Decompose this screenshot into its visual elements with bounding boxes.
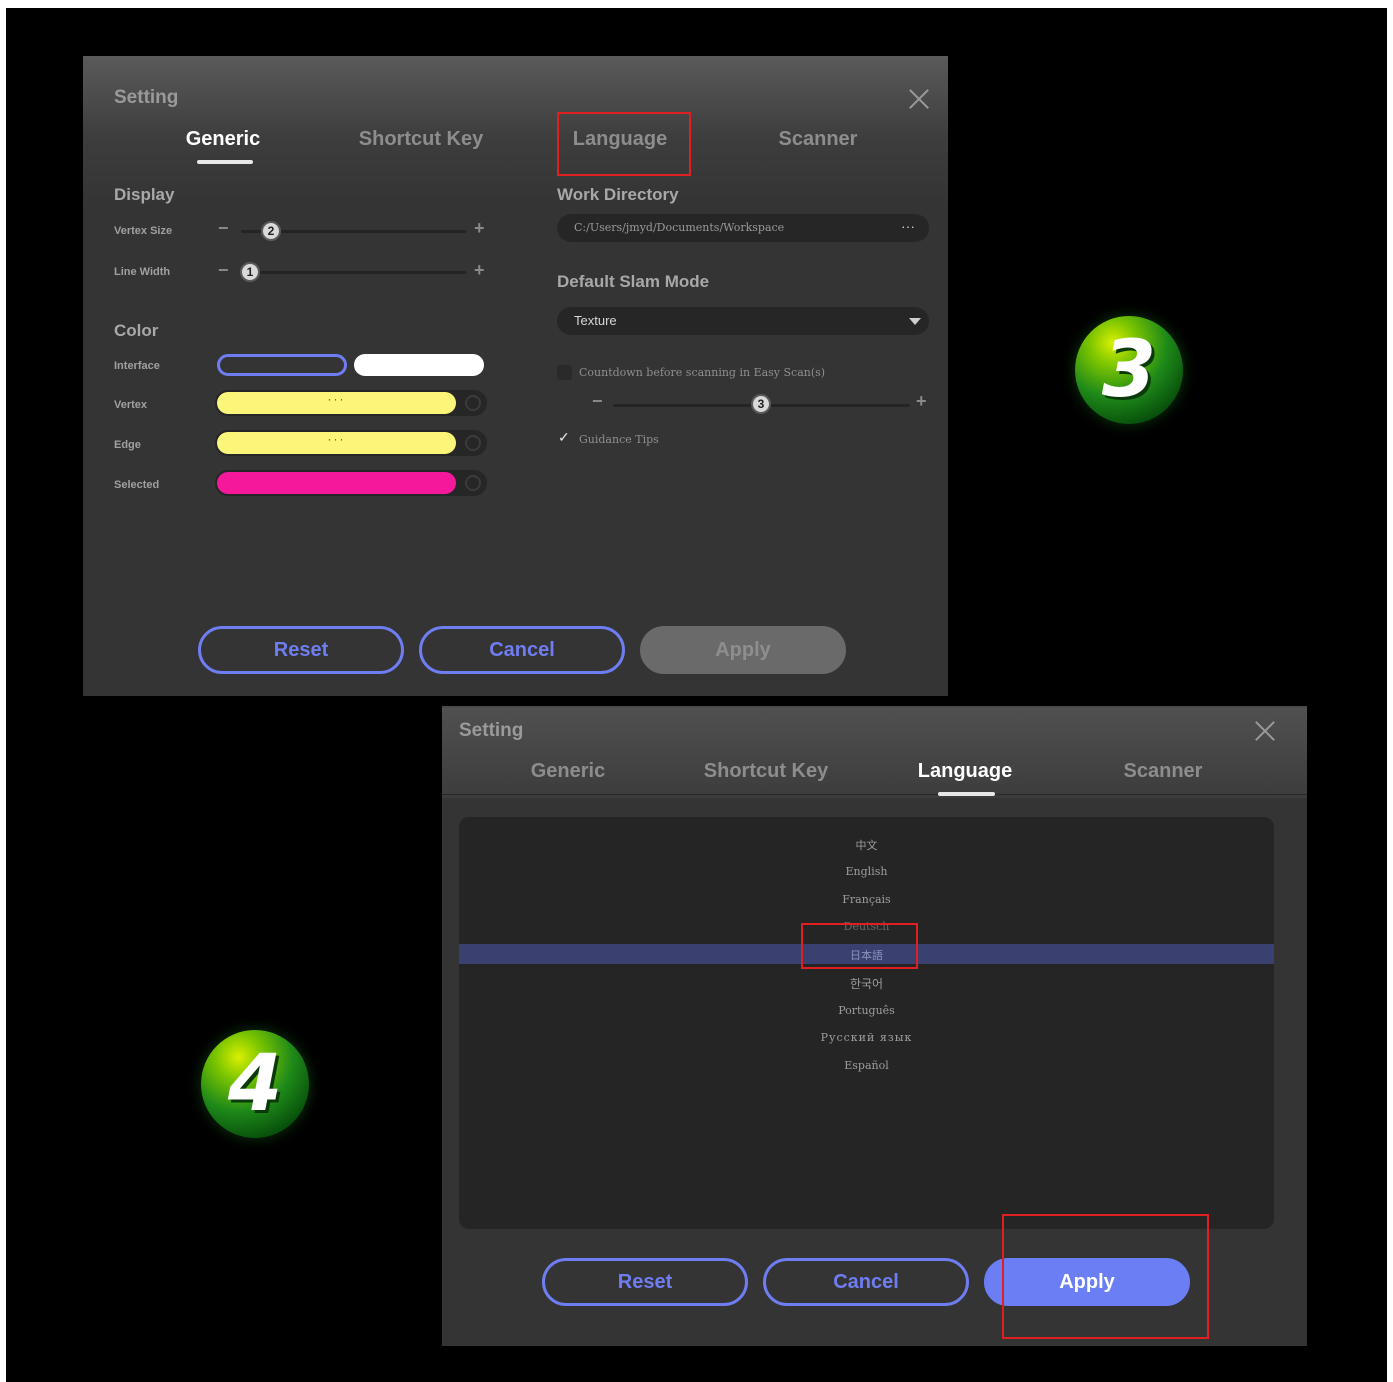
language-option-english[interactable]: English bbox=[459, 865, 1274, 878]
interface-theme-light[interactable] bbox=[354, 354, 484, 376]
chevron-down-icon bbox=[909, 318, 921, 325]
apply-button-highlight bbox=[1002, 1214, 1209, 1339]
tab-generic[interactable]: Generic bbox=[478, 760, 658, 783]
cancel-button[interactable]: Cancel bbox=[419, 626, 625, 674]
tab-divider bbox=[442, 794, 1307, 795]
color-heading: Color bbox=[114, 321, 159, 340]
countdown-label: Countdown before scanning in Easy Scan(s… bbox=[579, 366, 826, 379]
edge-color-swatch[interactable]: ··· bbox=[217, 432, 456, 454]
vertex-color-label: Vertex bbox=[114, 399, 148, 411]
checkmark-icon: ✓ bbox=[558, 429, 570, 445]
slam-mode-value: Texture bbox=[574, 313, 617, 328]
work-directory-path: C:/Users/jmyd/Documents/Workspace bbox=[574, 221, 785, 234]
guidance-tips-checkbox[interactable]: ✓ bbox=[557, 429, 572, 446]
settings-dialog-generic: Setting Generic Shortcut Key Language Sc… bbox=[83, 56, 948, 696]
line-width-minus[interactable]: − bbox=[218, 260, 229, 281]
step-3-badge: 3 bbox=[1075, 316, 1183, 424]
close-icon[interactable] bbox=[908, 88, 930, 110]
language-option-russian[interactable]: Русский язык bbox=[459, 1031, 1274, 1044]
reset-button[interactable]: Reset bbox=[542, 1258, 748, 1306]
guidance-tips-label: Guidance Tips bbox=[579, 433, 659, 446]
display-heading: Display bbox=[114, 185, 175, 204]
language-option-portuguese[interactable]: Português bbox=[459, 1004, 1274, 1017]
line-width-plus[interactable]: + bbox=[474, 260, 485, 281]
vertex-size-label: Vertex Size bbox=[114, 225, 173, 237]
step-4-badge: 4 bbox=[201, 1030, 309, 1138]
vertex-size-plus[interactable]: + bbox=[474, 218, 485, 239]
edge-color-reset-icon[interactable] bbox=[465, 435, 481, 451]
work-directory-heading: Work Directory bbox=[557, 185, 679, 204]
language-list[interactable]: 中文 English Français Deutsch 日本語 한국어 Port… bbox=[459, 817, 1274, 1229]
edge-color-label: Edge bbox=[114, 439, 141, 451]
active-tab-indicator bbox=[938, 792, 995, 796]
line-width-track[interactable] bbox=[241, 271, 466, 274]
countdown-checkbox[interactable] bbox=[557, 365, 572, 380]
countdown-plus[interactable]: + bbox=[916, 391, 927, 412]
selected-color-reset-icon[interactable] bbox=[465, 475, 481, 491]
countdown-minus[interactable]: − bbox=[592, 391, 603, 412]
tab-scanner[interactable]: Scanner bbox=[1073, 760, 1253, 783]
settings-dialog-language: Setting Generic Shortcut Key Language Sc… bbox=[442, 706, 1307, 1346]
dialog-title: Setting bbox=[114, 87, 179, 108]
language-tab-highlight bbox=[557, 112, 691, 176]
browse-more-icon[interactable]: ··· bbox=[901, 212, 915, 240]
vertex-size-knob[interactable]: 2 bbox=[261, 221, 281, 241]
selected-color-label: Selected bbox=[114, 479, 160, 491]
language-option-korean[interactable]: 한국어 bbox=[459, 975, 1274, 992]
japanese-option-highlight bbox=[801, 923, 918, 969]
interface-theme-dark[interactable] bbox=[217, 354, 347, 376]
reset-button[interactable]: Reset bbox=[198, 626, 404, 674]
language-option-french[interactable]: Français bbox=[459, 893, 1274, 906]
close-icon[interactable] bbox=[1254, 720, 1276, 742]
interface-label: Interface bbox=[114, 360, 160, 372]
tab-shortcut-key[interactable]: Shortcut Key bbox=[676, 760, 856, 783]
line-width-label: Line Width bbox=[114, 266, 171, 278]
header-gradient bbox=[442, 708, 1307, 798]
tab-shortcut-key[interactable]: Shortcut Key bbox=[331, 128, 511, 151]
language-option-chinese[interactable]: 中文 bbox=[459, 837, 1274, 853]
screenshot-canvas: Setting Generic Shortcut Key Language Sc… bbox=[6, 8, 1387, 1382]
vertex-size-minus[interactable]: − bbox=[218, 218, 229, 239]
countdown-knob[interactable]: 3 bbox=[751, 394, 771, 414]
apply-button[interactable]: Apply bbox=[640, 626, 846, 674]
active-tab-indicator bbox=[197, 160, 253, 164]
selected-color-swatch[interactable] bbox=[217, 472, 456, 494]
work-directory-field[interactable]: C:/Users/jmyd/Documents/Workspace ··· bbox=[557, 214, 929, 242]
tab-scanner[interactable]: Scanner bbox=[728, 128, 908, 151]
language-option-spanish[interactable]: Español bbox=[459, 1059, 1274, 1072]
step-4-number: 4 bbox=[227, 1039, 283, 1129]
dialog-title: Setting bbox=[459, 720, 524, 741]
default-slam-mode-heading: Default Slam Mode bbox=[557, 272, 710, 291]
cancel-button[interactable]: Cancel bbox=[763, 1258, 969, 1306]
vertex-color-reset-icon[interactable] bbox=[465, 395, 481, 411]
step-3-number: 3 bbox=[1101, 325, 1157, 415]
slam-mode-select[interactable]: Texture bbox=[557, 307, 929, 335]
tab-generic[interactable]: Generic bbox=[133, 128, 313, 151]
vertex-color-swatch[interactable]: ··· bbox=[217, 392, 456, 414]
tab-language[interactable]: Language bbox=[875, 760, 1055, 783]
line-width-knob[interactable]: 1 bbox=[240, 262, 260, 282]
